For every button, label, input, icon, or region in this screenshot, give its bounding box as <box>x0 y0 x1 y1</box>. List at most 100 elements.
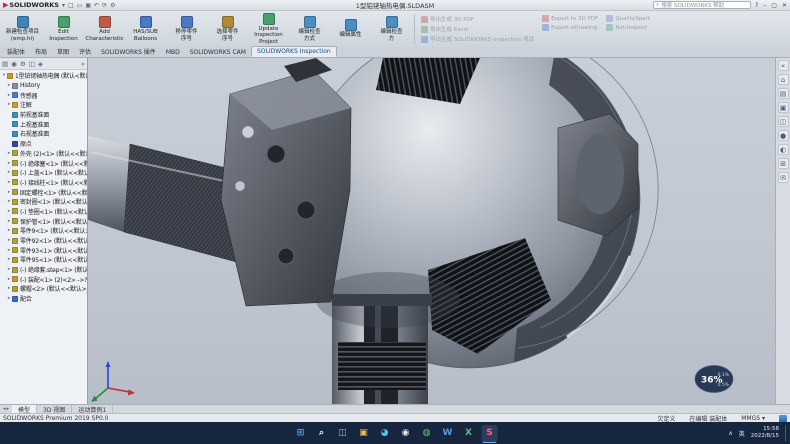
task-pane-icon[interactable]: ⌂ <box>778 74 789 85</box>
tree-item[interactable]: ▸ 零件9<1> (默认<<默认>_显示状态 <box>0 226 87 236</box>
tree-item[interactable]: ▸ (-) 上盖<1> (默认<<默认>_显示状... <box>0 168 87 178</box>
export-menu-item[interactable]: 导出生成 SOLIDWORKS Inspection 项目 <box>421 35 534 43</box>
tree-item[interactable]: ▸ 零件93<1> (默认<<默认>_显... <box>0 245 87 255</box>
tree-item[interactable]: ▾ 1型铂铑轴热电偶 (默认<默认_显示状态-1 <box>0 71 87 81</box>
ribbon-tab[interactable]: 草图 <box>52 46 74 57</box>
document-tab[interactable]: 模型 <box>12 405 37 413</box>
tree-item[interactable]: ▸ 螺帽<2> (默认<<默认>_显示状... <box>0 284 87 294</box>
taskbar-app-icon[interactable]: ⊞ <box>293 425 309 442</box>
panel-tab-icon[interactable]: ◈ <box>38 60 43 68</box>
panel-tab-icon[interactable]: ◫ <box>29 60 35 68</box>
document-tab[interactable]: 3D 视图 <box>37 405 72 413</box>
tree-item[interactable]: ▸ (-) 绝缘套.step<1> (默认<<默... <box>0 265 87 275</box>
qat-icon[interactable]: ⚙ <box>110 2 115 9</box>
qat-icon[interactable]: ▾ <box>62 2 65 9</box>
taskbar-app-icon[interactable]: ◍ <box>419 425 435 442</box>
qat-icon[interactable]: ↶ <box>94 2 99 9</box>
ribbon-tab[interactable]: 布局 <box>30 46 52 57</box>
task-pane-icon[interactable]: ▣ <box>778 102 789 113</box>
ribbon-tab[interactable]: 装配体 <box>2 46 30 57</box>
export-menu-item[interactable]: QualityXpert <box>606 15 650 22</box>
ribbon-button[interactable]: 编辑检查 方式 <box>289 12 330 46</box>
task-pane-icon[interactable]: ● <box>778 130 789 141</box>
graphics-viewport[interactable]: 36% 0.1% 0.5% <box>88 58 775 404</box>
ribbon-tab[interactable]: SOLIDWORKS Inspection <box>251 46 337 57</box>
tree-item[interactable]: 原点 <box>0 139 87 149</box>
task-pane-icon[interactable]: ✉ <box>778 172 789 183</box>
tab-nav-icon[interactable]: ▸ <box>7 406 10 412</box>
qat-icon[interactable]: □ <box>68 2 74 9</box>
tree-item[interactable]: 上视基准面 <box>0 119 87 129</box>
tree-item[interactable]: ▸ 保护管<1> (默认<<默认>_显示状... <box>0 216 87 226</box>
document-tab[interactable]: 运动算例1 <box>72 405 113 413</box>
tree-item[interactable]: ▸ 零件95<1> (默认<<默认>_显... <box>0 255 87 265</box>
window-control-button[interactable]: ? <box>755 2 758 9</box>
units-selector[interactable]: MMGS ▾ <box>741 415 765 422</box>
task-pane-icon[interactable]: « <box>778 60 789 71</box>
panel-tab-icon[interactable]: ◉ <box>11 60 17 68</box>
qat-icon[interactable]: ▣ <box>85 2 91 9</box>
model-tube-thread[interactable] <box>338 342 426 390</box>
export-menu-item[interactable]: Export to 3D PDF <box>542 15 598 22</box>
qat-icon[interactable]: ⟳ <box>102 2 107 9</box>
ribbon-button[interactable]: 编辑检查 方 <box>371 12 412 46</box>
search-input[interactable]: ⌕ 搜索 SOLIDWORKS 帮助 <box>653 1 751 9</box>
tree-item[interactable]: ▸ 固定螺栓<1> (默认<<默认>_显示状 <box>0 187 87 197</box>
show-desktop-button[interactable] <box>785 425 787 441</box>
tab-nav-icon[interactable]: ◂ <box>3 406 6 412</box>
tree-item[interactable]: ▸ History <box>0 81 87 91</box>
tree-item[interactable]: ▸ 注解 <box>0 100 87 110</box>
taskbar-clock[interactable]: 15:58 2022/8/15 <box>751 426 779 440</box>
taskbar-app-icon[interactable]: W <box>440 425 456 442</box>
ribbon-tab[interactable]: 评估 <box>74 46 96 57</box>
tree-item[interactable]: ▸ 传感器 <box>0 90 87 100</box>
task-pane-icon[interactable]: ⊞ <box>778 158 789 169</box>
taskbar-app-icon[interactable]: X <box>461 425 477 442</box>
ribbon-tab[interactable]: SOLIDWORKS 插件 <box>96 46 161 57</box>
panel-collapse-icon[interactable]: « <box>81 60 85 68</box>
taskbar-app-icon[interactable]: ▣ <box>356 425 372 442</box>
task-pane-icon[interactable]: ◫ <box>778 116 789 127</box>
custom-status-icon[interactable] <box>779 415 787 422</box>
tree-item[interactable]: ▸ (-) 接线柱<1> (默认<<默认>_显示... <box>0 178 87 188</box>
export-menu-item[interactable]: Export eDrawing <box>542 24 598 31</box>
taskbar-app-icon[interactable]: ◕ <box>377 425 393 442</box>
ribbon-button[interactable]: HAS/SUB Balloons <box>125 12 166 46</box>
export-menu-item[interactable]: Net-Inspect <box>606 24 650 31</box>
ribbon-button[interactable]: 编辑属性 <box>330 12 371 46</box>
3d-model-thermocouple-assembly[interactable]: 36% 0.1% 0.5% <box>88 58 775 404</box>
panel-tab-icon[interactable]: ⚙ <box>20 60 26 68</box>
task-pane-icon[interactable]: ◐ <box>778 144 789 155</box>
tree-item[interactable]: ▸ 零件92<1> (默认<<默认>_显... <box>0 236 87 246</box>
tree-item[interactable]: ▸ 密封圈<1> (默认<<默认>_显... <box>0 197 87 207</box>
taskbar-app-icon[interactable]: ◉ <box>398 425 414 442</box>
panel-tab-icon[interactable]: ▤ <box>2 60 8 68</box>
ribbon-button[interactable]: Edit Inspection <box>43 12 84 46</box>
ribbon-button[interactable]: 选择零件 序号 <box>207 12 248 46</box>
ribbon-button[interactable]: Update Inspection Project <box>248 12 289 46</box>
ribbon-tab[interactable]: SOLIDWORKS CAM <box>185 48 251 57</box>
tree-item[interactable]: ▸ (-) 垫圈<1> (默认<<默认>_显示状... <box>0 207 87 217</box>
taskbar-app-icon[interactable]: S <box>482 425 498 442</box>
export-menu-item[interactable]: 导出生成 Excel <box>421 25 534 33</box>
qat-icon[interactable]: ▭ <box>77 2 83 9</box>
tree-item[interactable]: 右视基准面 <box>0 129 87 139</box>
ribbon-button[interactable]: 移停零件 序号 <box>166 12 207 46</box>
tree-item[interactable]: ▸ 配合 <box>0 294 87 304</box>
window-control-button[interactable]: – <box>763 2 766 9</box>
tray-expand-icon[interactable]: ∧ <box>728 430 732 437</box>
ribbon-tab[interactable]: MBD <box>161 48 185 57</box>
ime-indicator[interactable]: 英 <box>739 429 745 438</box>
taskbar-app-icon[interactable]: ◫ <box>335 425 351 442</box>
taskbar-app-icon[interactable]: ⌕ <box>314 425 330 442</box>
task-pane-icon[interactable]: ▤ <box>778 88 789 99</box>
export-menu-item[interactable]: 导出生成 3D PDF <box>421 15 534 23</box>
window-control-button[interactable]: ▢ <box>771 2 777 9</box>
ribbon-button[interactable]: 新建检查项目 (emp.hi) <box>2 12 43 46</box>
tree-item[interactable]: ▸ 外壳 (2)<1> (默认<<默认>_显示状 <box>0 149 87 159</box>
tree-item[interactable]: ▸ (-) 绝缘塞<1> (默认<<默认>_显... <box>0 158 87 168</box>
ribbon-button[interactable]: Add Characteristic <box>84 12 125 46</box>
tree-item[interactable]: ▸ (-) 装配<1> (2)<2> ->? (默认<<默认> <box>0 274 87 284</box>
tree-item[interactable]: 前视基准面 <box>0 110 87 120</box>
window-control-button[interactable]: ✕ <box>782 2 787 9</box>
